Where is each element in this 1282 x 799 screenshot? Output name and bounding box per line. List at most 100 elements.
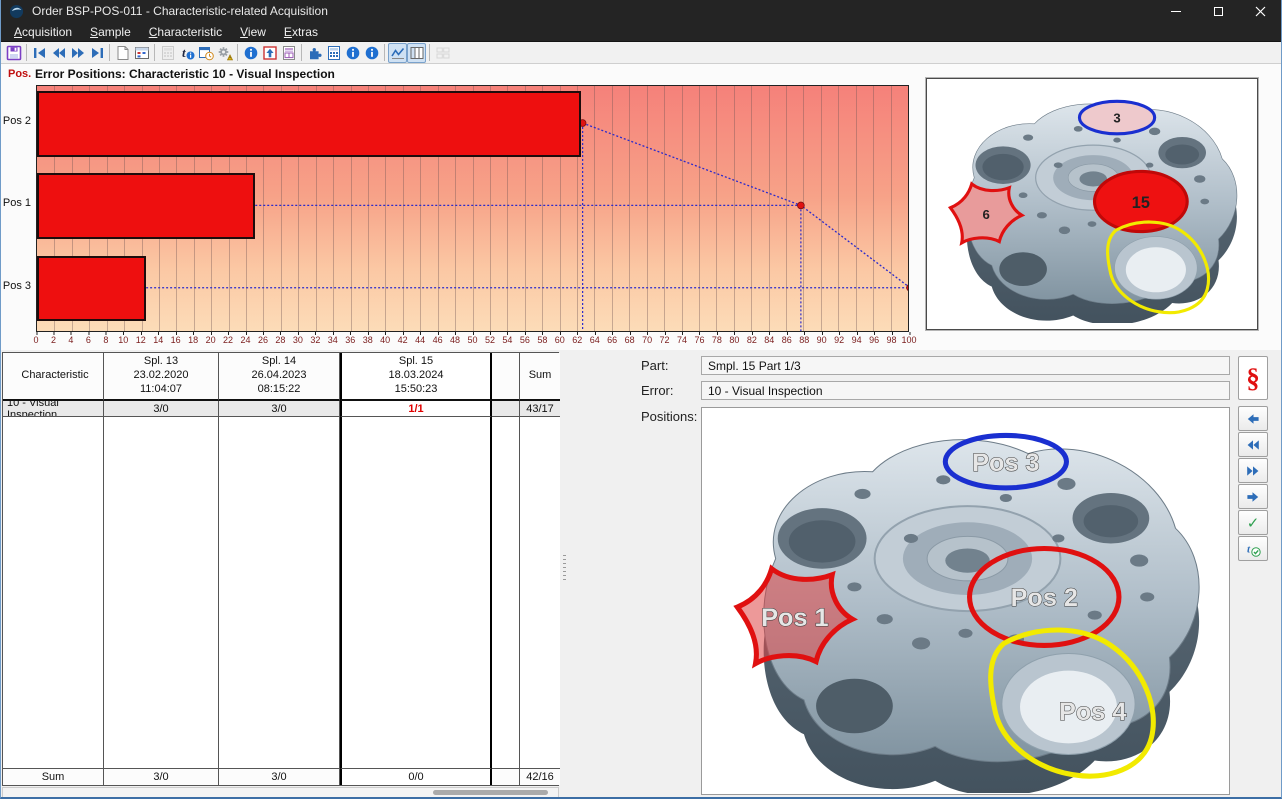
- calc-gray-icon: [160, 45, 176, 61]
- x-tick-label: 48: [450, 335, 460, 345]
- x-tick-label: 40: [380, 335, 390, 345]
- sum-cell-total: 42/16: [520, 768, 560, 785]
- new-doc-icon: [115, 45, 131, 61]
- last-position-button[interactable]: [1238, 458, 1268, 483]
- first-position-button[interactable]: [1238, 432, 1268, 457]
- nav-first-icon: [32, 45, 48, 61]
- value-cell-sample-14[interactable]: 3/0: [219, 401, 340, 417]
- x-tick-label: 72: [660, 335, 670, 345]
- report-doc-icon: [281, 45, 297, 61]
- column-header-sum[interactable]: Sum: [520, 353, 560, 401]
- svg-text:t: t: [182, 45, 186, 60]
- save-button[interactable]: [4, 43, 23, 63]
- arrow-left-icon: [1245, 411, 1261, 427]
- pos3-error-count: 3: [1113, 111, 1120, 126]
- next-position-button[interactable]: [1238, 484, 1268, 509]
- positions-label: Positions:: [641, 409, 697, 424]
- info-3-button[interactable]: [362, 43, 381, 63]
- x-tick-label: 36: [345, 335, 355, 345]
- column-header-sample-13[interactable]: Spl. 13 23.02.2020 11:04:07: [104, 353, 219, 401]
- menu-extras[interactable]: Extras: [275, 23, 327, 41]
- settings-warning-button[interactable]: [215, 43, 234, 63]
- new-part-button[interactable]: [113, 43, 132, 63]
- x-tick-label: 12: [136, 335, 146, 345]
- column-header-characteristic[interactable]: Characteristic: [3, 353, 104, 401]
- characteristic-cell[interactable]: 10 - Visual Inspection: [3, 401, 104, 417]
- sample-time-button[interactable]: [196, 43, 215, 63]
- part-label: Part:: [641, 358, 668, 373]
- sum-cell-sample-15: 0/0: [340, 768, 492, 785]
- menu-acquisition[interactable]: Acquisition: [5, 23, 81, 41]
- box-up-icon: [262, 45, 278, 61]
- info-2-button[interactable]: [343, 43, 362, 63]
- add-in-button[interactable]: [305, 43, 324, 63]
- x-tick-label: 100: [901, 335, 916, 345]
- x-tick-label: 66: [607, 335, 617, 345]
- floppy-icon: [6, 45, 22, 61]
- x-tick-label: 14: [153, 335, 163, 345]
- part-3d-image-large: Pos 3 Pos 2 Pos 1 Pos 4: [703, 409, 1228, 793]
- first-record-button[interactable]: [30, 43, 49, 63]
- characteristic-info-button[interactable]: t: [177, 43, 196, 63]
- minimize-button[interactable]: [1155, 0, 1197, 22]
- pos4-label: Pos 4: [1059, 698, 1126, 726]
- svg-text:t: t: [1247, 543, 1251, 555]
- value-entry-button[interactable]: [132, 43, 151, 63]
- calc-blue-icon: [326, 45, 342, 61]
- previous-position-button[interactable]: [1238, 406, 1268, 431]
- section-sign-icon: §: [1246, 363, 1260, 394]
- x-tick-label: 32: [310, 335, 320, 345]
- pos2-error-count: 15: [1132, 194, 1150, 212]
- columns-icon: [409, 45, 425, 61]
- report-button[interactable]: [279, 43, 298, 63]
- empty-cell: [340, 417, 492, 768]
- pareto-section: Pos. Error Positions: Characteristic 10 …: [1, 64, 1282, 350]
- chart-view-button[interactable]: [388, 43, 407, 63]
- previous-record-button[interactable]: [49, 43, 68, 63]
- x-tick-label: 60: [555, 335, 565, 345]
- confirm-button[interactable]: ✓: [1238, 510, 1268, 535]
- last-record-button[interactable]: [87, 43, 106, 63]
- pareto-bar-pos-3[interactable]: [37, 256, 146, 322]
- maximize-button[interactable]: [1197, 0, 1239, 22]
- x-tick-label: 30: [293, 335, 303, 345]
- pareto-bar-pos-2[interactable]: [37, 91, 581, 157]
- menu-characteristic[interactable]: Characteristic: [140, 23, 231, 41]
- x-tick-label: 2: [51, 335, 56, 345]
- part-field: Smpl. 15 Part 1/3: [701, 356, 1230, 375]
- menu-sample[interactable]: Sample: [81, 23, 140, 41]
- pareto-category-label: Pos 1: [1, 197, 33, 209]
- toolbar-separator: [154, 44, 155, 61]
- table-view-button[interactable]: [407, 43, 426, 63]
- error-field: 10 - Visual Inspection: [701, 381, 1230, 400]
- value-cell-sample-13[interactable]: 3/0: [104, 401, 219, 417]
- catalog-button[interactable]: §: [1238, 356, 1268, 400]
- toolbar-separator: [26, 44, 27, 61]
- empty-cell: [219, 417, 340, 768]
- menu-view[interactable]: View: [231, 23, 275, 41]
- x-tick-label: 88: [799, 335, 809, 345]
- confirm-characteristic-button[interactable]: t: [1238, 536, 1268, 561]
- column-header-sample-14[interactable]: Spl. 14 26.04.2023 08:15:22: [219, 353, 340, 401]
- value-cell-sample-15[interactable]: 1/1: [340, 401, 492, 417]
- panel-splitter[interactable]: [562, 546, 567, 588]
- x-tick-label: 58: [537, 335, 547, 345]
- arrow-right-icon: [1245, 489, 1261, 505]
- upload-box-button[interactable]: [260, 43, 279, 63]
- column-header-spacer: [492, 353, 520, 401]
- close-button[interactable]: [1239, 0, 1281, 22]
- x-tick-label: 28: [275, 335, 285, 345]
- pareto-bar-pos-1[interactable]: [37, 173, 255, 239]
- statistics-calculator-button[interactable]: [324, 43, 343, 63]
- x-tick-label: 4: [68, 335, 73, 345]
- info-button[interactable]: [241, 43, 260, 63]
- pareto-chart-title: Error Positions: Characteristic 10 - Vis…: [35, 67, 335, 81]
- value-table: Characteristic Spl. 13 23.02.2020 11:04:…: [2, 352, 559, 786]
- scrollbar-thumb[interactable]: [433, 790, 548, 795]
- nav-next-icon: [70, 45, 86, 61]
- table-horizontal-scrollbar[interactable]: [2, 787, 559, 798]
- form-icon: [435, 45, 451, 61]
- next-record-button[interactable]: [68, 43, 87, 63]
- sum-cell-spacer: [492, 768, 520, 785]
- column-header-sample-15[interactable]: Spl. 15 18.03.2024 15:50:23: [340, 353, 492, 401]
